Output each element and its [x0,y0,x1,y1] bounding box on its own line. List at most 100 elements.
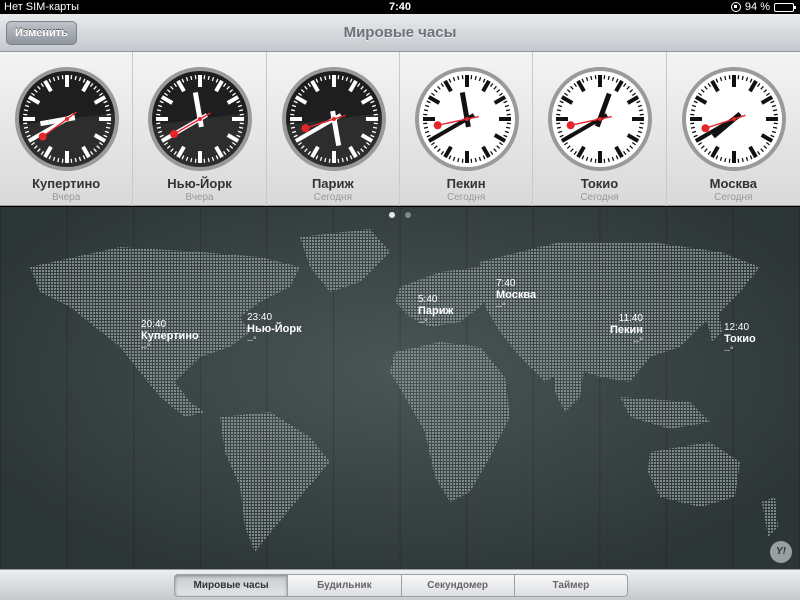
navigation-bar: Изменить Мировые часы [0,14,800,52]
map-marker-cupertino[interactable]: 20:40 Купертино --° [141,319,199,352]
clock-center-cap [198,117,203,121]
clock-minute-tick [290,109,295,112]
clock-minute-tick [208,157,211,163]
marker-temperature: --° [141,342,151,352]
marker-temperature: --° [418,317,428,327]
clock-day-label: Сегодня [580,192,619,203]
clock-minute-tick [474,75,477,81]
tab-world-clock[interactable]: Мировые часы [174,574,289,597]
clock-day-label: Сегодня [313,192,352,203]
yahoo-logo-button[interactable]: Y! [770,541,792,563]
world-map[interactable]: 20:40 Купертино --° 23:40 Нью-Йорк --° 5… [0,207,800,569]
clock-face [548,67,653,171]
tab-bar: Мировые часы Будильник Секундомер Таймер [0,569,800,600]
clock-minute-tick [372,126,377,129]
clock-minute-tick [23,126,29,129]
clock-minute-tick [557,126,562,129]
clock-minute-tick [105,126,111,129]
marker-temperature: --° [247,335,257,345]
clock-second-tip [566,121,575,130]
page-indicator[interactable] [0,212,800,218]
page-dot[interactable] [405,212,411,218]
map-marker-tokyo[interactable]: 12:40 Токио --° [724,322,756,355]
clock-center-cap [464,117,469,121]
clock-cell[interactable]: Париж Сегодня [267,52,400,206]
marker-temperature: --° [724,345,734,355]
clock-center-cap [331,117,336,121]
clock-day-label: Сегодня [446,192,486,203]
clock-day-label: Вчера [52,192,81,203]
map-marker-paris[interactable]: 5:40 Париж --° [418,294,453,327]
clock-minute-tick [723,75,726,81]
clock-city-name: Купертино [32,176,101,191]
clock-city-name: Токио [580,176,619,191]
clock-city-name: Нью-Йорк [167,176,232,191]
clock-minute-tick [723,157,726,163]
clocks-strip: Купертино Вчера Нью-Йорк Вчера Париж Сег… [0,52,800,206]
clock-minute-tick [423,109,428,112]
clock-center-cap [65,117,69,121]
clock-minute-tick [157,126,162,129]
battery-percent: 94 % [744,1,770,13]
clock-minute-tick [607,75,611,81]
clock-cell[interactable]: Нью-Йорк Вчера [133,52,267,206]
clock-minute-tick [239,109,244,112]
clock-minute-tick [74,75,77,81]
clock-minute-tick [505,126,511,129]
clock-cell[interactable]: Токио Сегодня [533,52,667,206]
marker-temperature: --° [633,336,643,346]
clock-minute-tick [639,109,644,112]
clock-minute-tick [341,75,344,81]
tab-stopwatch[interactable]: Секундомер [401,574,515,597]
page-title: Мировые часы [343,24,457,41]
tab-timer[interactable]: Таймер [514,574,628,597]
clock-minute-tick [457,157,460,163]
clock-minute-tick [323,157,326,163]
tab-alarm[interactable]: Будильник [288,574,402,597]
clock-minute-tick [772,126,777,129]
clock-face [15,67,119,171]
clock-minute-tick [557,109,562,112]
marker-time: 12:40 [724,322,750,333]
clock-second-tip [38,132,47,141]
rotation-lock-icon [730,2,741,12]
clock-cell[interactable]: Купертино Вчера [0,52,134,206]
clock-minute-tick [57,157,60,163]
map-marker-new-york[interactable]: 23:40 Нью-Йорк --° [247,312,302,345]
marker-time: 20:40 [141,319,167,330]
map-marker-beijing[interactable]: 11:40 Пекин --° [610,313,643,346]
clock-cell[interactable]: Пекин Сегодня [400,52,534,206]
map-marker-moscow[interactable]: 7:40 Москва --° [496,278,536,311]
clock-minute-tick [741,75,744,81]
page-dot[interactable] [389,212,395,218]
clock-minute-tick [607,157,611,163]
clock-second-tip [301,124,310,133]
clock-minute-tick [590,75,593,81]
battery-icon [774,2,796,12]
clock-face [681,67,786,171]
clock-city-name: Москва [709,176,757,191]
clock-minute-tick [639,126,644,129]
clock-minute-tick [505,109,511,112]
world-map-image [0,207,800,569]
clock-minute-tick [457,75,460,81]
clock-face [414,67,519,171]
clock-cell[interactable]: Москва Сегодня [667,52,800,206]
clock-face [281,67,386,171]
clock-minute-tick [105,109,111,112]
clock-minute-tick [190,157,193,163]
marker-time: 23:40 [247,312,273,323]
marker-time: 7:40 [496,278,516,289]
clock-second-tip [433,121,442,130]
status-bar: Нет SIM-карты 7:40 94 % [0,0,800,14]
segmented-control: Мировые часы Будильник Секундомер Таймер [174,574,628,597]
clock-minute-tick [74,157,77,163]
marker-temperature: --° [496,301,506,311]
clock-center-cap [731,117,736,121]
clock-minute-tick [474,157,477,163]
clock-minute-tick [372,109,377,112]
clock-second-tip [170,130,179,138]
clock-minute-tick [239,126,244,129]
clock-minute-tick [290,126,295,129]
clock-minute-tick [690,126,695,129]
